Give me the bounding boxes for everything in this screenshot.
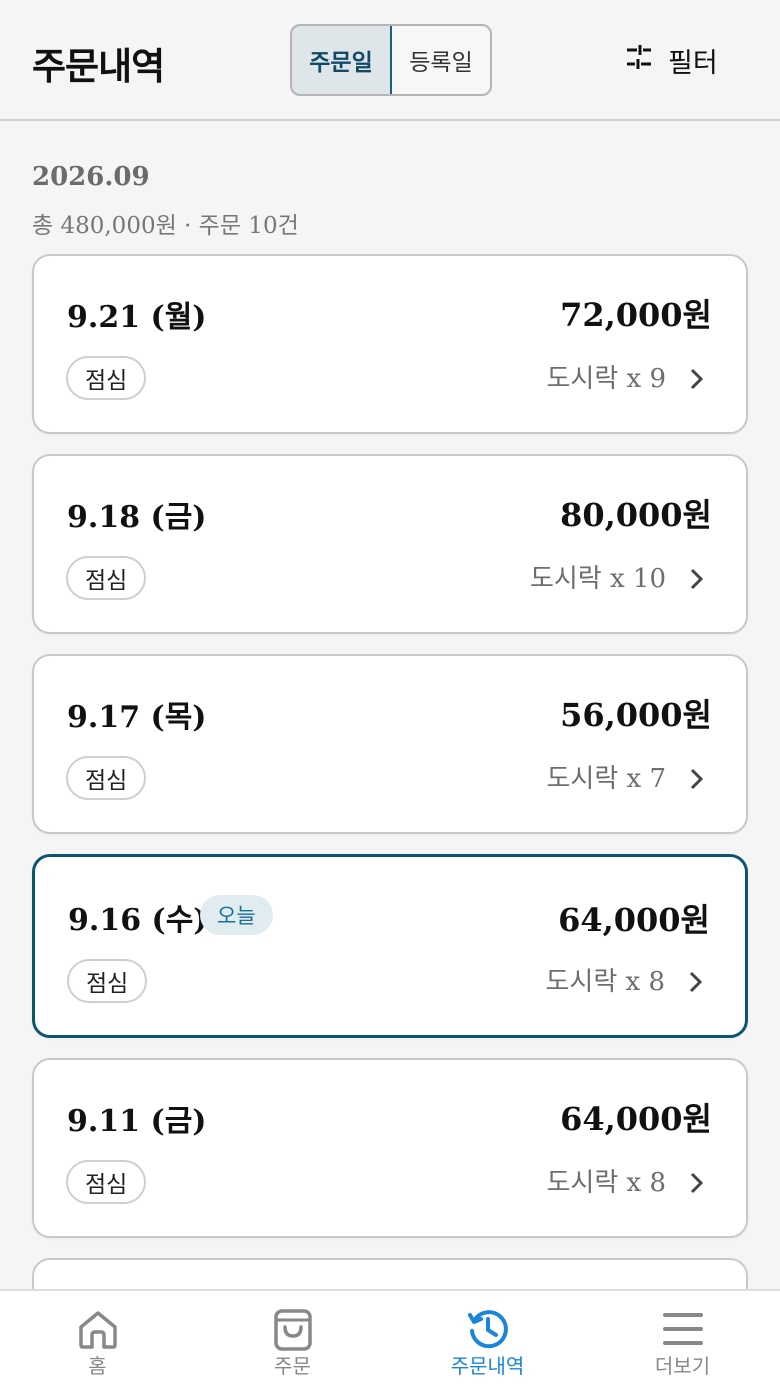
sliders-icon: [624, 42, 654, 79]
tab-label: 주문: [274, 1354, 311, 1378]
order-card[interactable]: 9.11 (금) 64,000원 점심 도시락 x 8: [32, 1058, 748, 1238]
order-amount: 56,000원: [560, 696, 712, 734]
home-icon: [78, 1311, 117, 1349]
chevron-right-icon: [690, 368, 704, 390]
tab-label: 주문내역: [450, 1354, 525, 1378]
order-amount: 72,000원: [560, 296, 712, 334]
chevron-right-icon: [690, 768, 704, 790]
meal-tag: 점심: [67, 959, 148, 1003]
order-date: 9.11 (금): [67, 1104, 207, 1139]
date-type-segmented-control: 주문일 등록일: [290, 24, 492, 96]
segment-order-date[interactable]: 주문일: [292, 26, 392, 94]
order-card[interactable]: 9.17 (목) 56,000원 점심 도시락 x 7: [32, 654, 748, 834]
order-date: 9.18 (금): [67, 500, 207, 535]
app-header: 주문내역 주문일 등록일 필터: [0, 0, 780, 121]
tab-label: 더보기: [654, 1354, 711, 1378]
order-date: 9.21 (월): [67, 300, 207, 335]
page-title: 주문내역: [32, 45, 165, 88]
chevron-right-icon: [690, 1172, 704, 1194]
order-items: 도시락 x 8: [545, 967, 666, 997]
bottom-tab-bar: 홈 주문 주문내역 더보기: [0, 1289, 780, 1386]
chevron-right-icon: [689, 971, 703, 993]
order-card[interactable]: 9.18 (금) 80,000원 점심 도시락 x 10: [32, 454, 748, 634]
order-date: 9.16 (수): [68, 903, 208, 938]
tab-label: 홈: [88, 1354, 107, 1378]
order-amount: 80,000원: [560, 496, 712, 534]
month-summary: 총 480,000원 · 주문 10건: [32, 213, 299, 239]
order-items: 도시락 x 8: [546, 1168, 667, 1198]
order-amount: 64,000원: [558, 901, 710, 939]
chevron-right-icon: [690, 568, 704, 590]
order-card-today[interactable]: 9.16 (수) 오늘 64,000원 점심 도시락 x 8: [32, 854, 748, 1038]
order-items: 도시락 x 7: [546, 764, 667, 794]
filter-label: 필터: [668, 47, 718, 79]
order-card[interactable]: 9.21 (월) 72,000원 점심 도시락 x 9: [32, 254, 748, 434]
menu-icon: [662, 1313, 703, 1345]
meal-tag: 점심: [66, 1160, 147, 1204]
today-badge: 오늘: [200, 895, 273, 935]
order-items: 도시락 x 10: [529, 564, 666, 594]
order-date: 9.17 (목): [67, 700, 207, 735]
tab-more[interactable]: 더보기: [585, 1291, 780, 1386]
meal-tag: 점심: [66, 556, 147, 600]
shopping-bag-icon: [273, 1309, 312, 1351]
tab-order-history[interactable]: 주문내역: [390, 1291, 585, 1386]
tab-home[interactable]: 홈: [0, 1291, 195, 1386]
meal-tag: 점심: [66, 756, 147, 800]
meal-tag: 점심: [66, 356, 147, 400]
segment-register-date[interactable]: 등록일: [392, 26, 490, 94]
filter-button[interactable]: 필터: [624, 40, 718, 80]
order-amount: 64,000원: [560, 1100, 712, 1138]
month-label: 2026.09: [32, 162, 150, 192]
tab-order[interactable]: 주문: [195, 1291, 390, 1386]
history-icon: [467, 1310, 508, 1349]
order-items: 도시락 x 9: [546, 364, 667, 394]
